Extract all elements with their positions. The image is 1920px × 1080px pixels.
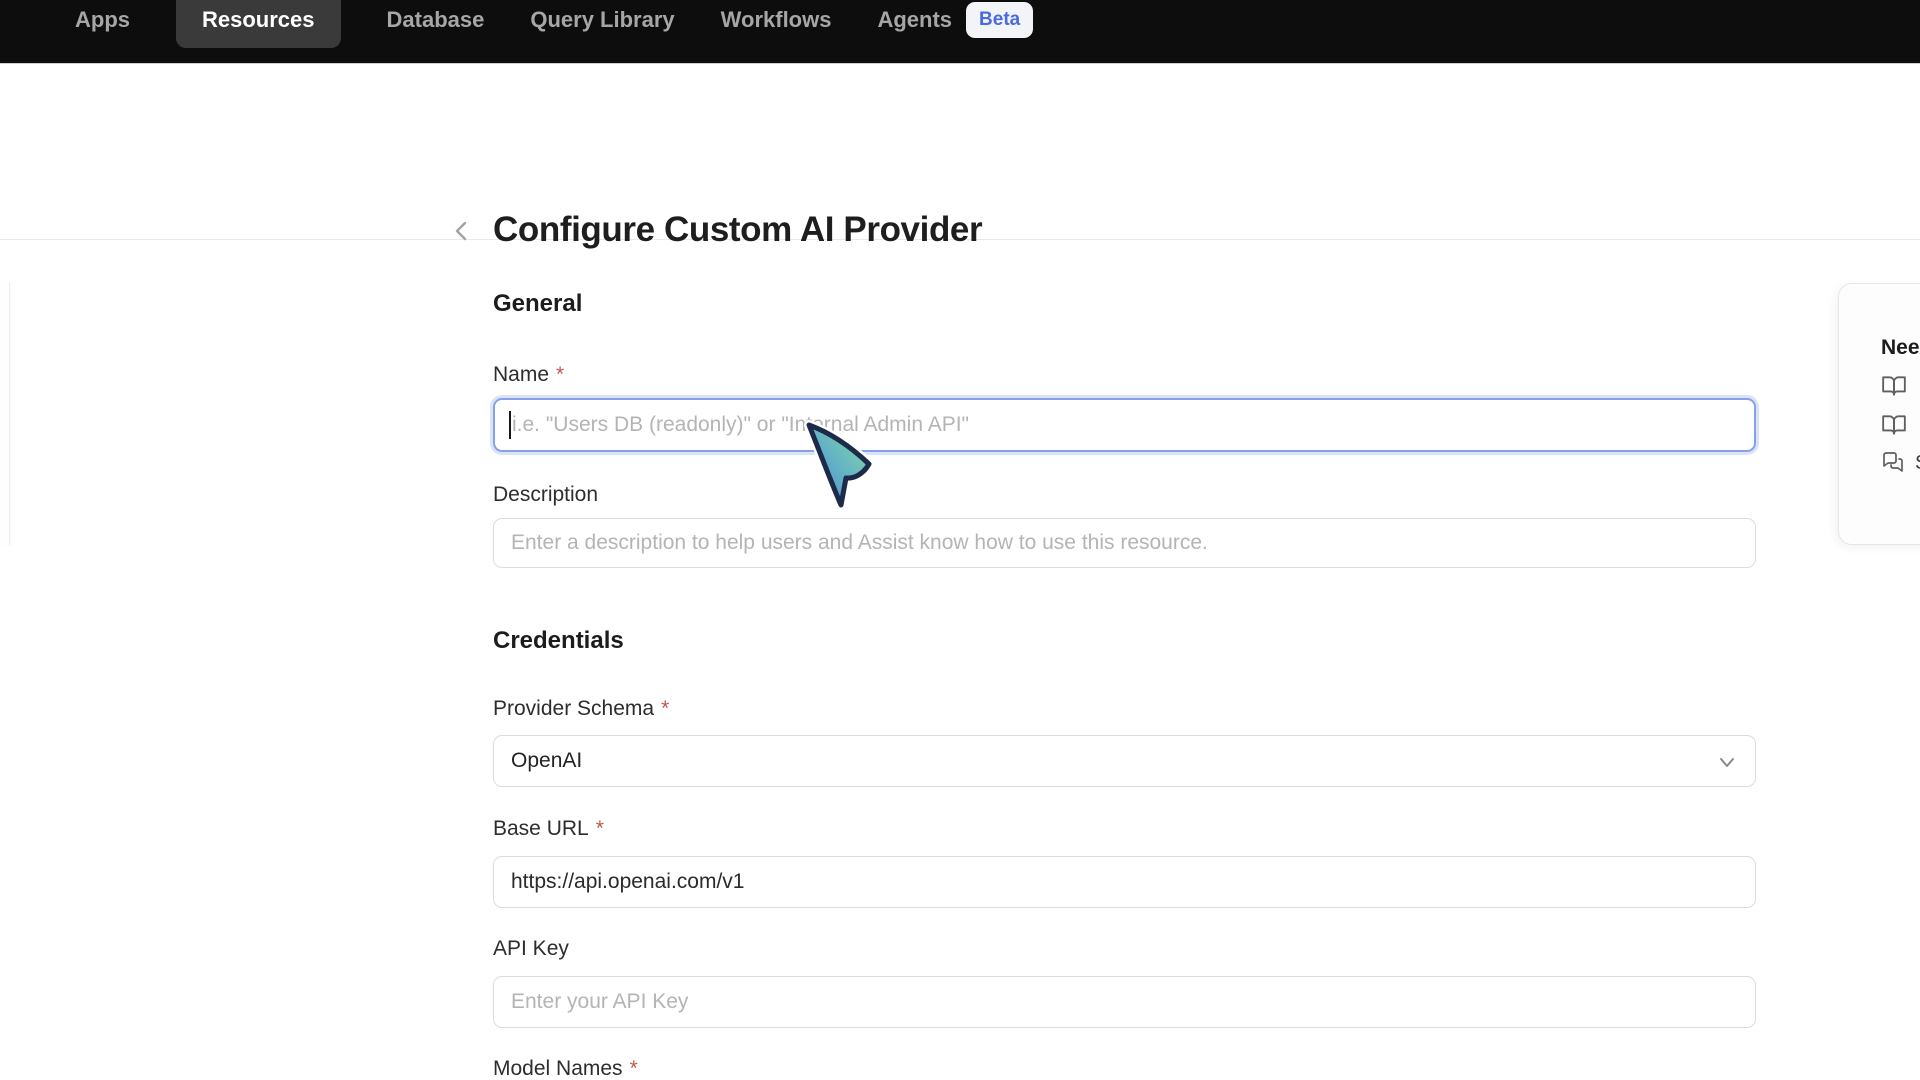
base-url-input[interactable]	[493, 856, 1756, 908]
text-caret	[509, 411, 511, 439]
help-link-label: S	[1915, 452, 1920, 475]
api-key-input[interactable]	[493, 976, 1756, 1028]
chevron-down-icon	[1715, 750, 1739, 774]
chat-bubbles-icon	[1881, 451, 1905, 475]
base-url-label: Base URL *	[493, 816, 1756, 842]
api-key-label: API Key	[493, 936, 1756, 962]
description-input[interactable]	[493, 518, 1756, 568]
provider-schema-select[interactable]: OpenAI	[493, 735, 1756, 787]
nav-item-resources[interactable]: Resources	[176, 0, 341, 48]
help-panel-title: Nee	[1881, 336, 1920, 360]
nav-item-workflows[interactable]: Workflows	[721, 7, 832, 33]
credentials-section-heading: Credentials	[493, 627, 1756, 655]
base-url-label-text: Base URL	[493, 816, 589, 842]
top-nav: Apps Resources Database Query Library Wo…	[0, 0, 1920, 64]
help-link-docs-1[interactable]	[1881, 373, 1920, 399]
back-button[interactable]	[449, 218, 475, 244]
api-key-label-text: API Key	[493, 936, 569, 962]
help-link-docs-2[interactable]	[1881, 412, 1920, 438]
page-title: Configure Custom AI Provider	[493, 210, 982, 250]
required-asterisk: *	[661, 696, 669, 722]
nav-item-database[interactable]: Database	[387, 7, 485, 33]
general-section-heading: General	[493, 290, 1756, 318]
model-names-label-text: Model Names	[493, 1056, 623, 1080]
description-label-text: Description	[493, 482, 598, 508]
required-asterisk: *	[556, 362, 564, 388]
name-label: Name *	[493, 362, 1756, 388]
top-nav-items: Apps Resources Database Query Library Wo…	[75, 0, 1033, 60]
chevron-left-icon	[449, 218, 475, 244]
nav-item-query-library[interactable]: Query Library	[530, 7, 674, 33]
book-open-icon	[1881, 412, 1907, 438]
book-open-icon	[1881, 373, 1907, 399]
nav-item-agents[interactable]: Agents	[877, 7, 952, 33]
model-names-label: Model Names *	[493, 1056, 1756, 1080]
configure-provider-form: General Name * Description Credentials P…	[493, 290, 1756, 1080]
name-input-wrap	[493, 398, 1756, 452]
provider-schema-value: OpenAI	[511, 749, 582, 773]
left-panel-edge	[0, 283, 10, 545]
nav-item-apps[interactable]: Apps	[75, 7, 130, 33]
page-header: Configure Custom AI Provider	[0, 64, 1920, 240]
provider-schema-label-text: Provider Schema	[493, 696, 654, 722]
required-asterisk: *	[630, 1056, 638, 1080]
help-panel: Nee S	[1838, 283, 1920, 545]
description-label: Description	[493, 482, 1756, 508]
name-input[interactable]	[493, 398, 1756, 452]
name-label-text: Name	[493, 362, 549, 388]
nav-item-agents-group: Agents Beta	[877, 2, 1033, 38]
help-link-support[interactable]: S	[1881, 451, 1920, 475]
provider-schema-label: Provider Schema *	[493, 696, 1756, 722]
beta-badge: Beta	[966, 2, 1033, 38]
required-asterisk: *	[596, 816, 604, 842]
